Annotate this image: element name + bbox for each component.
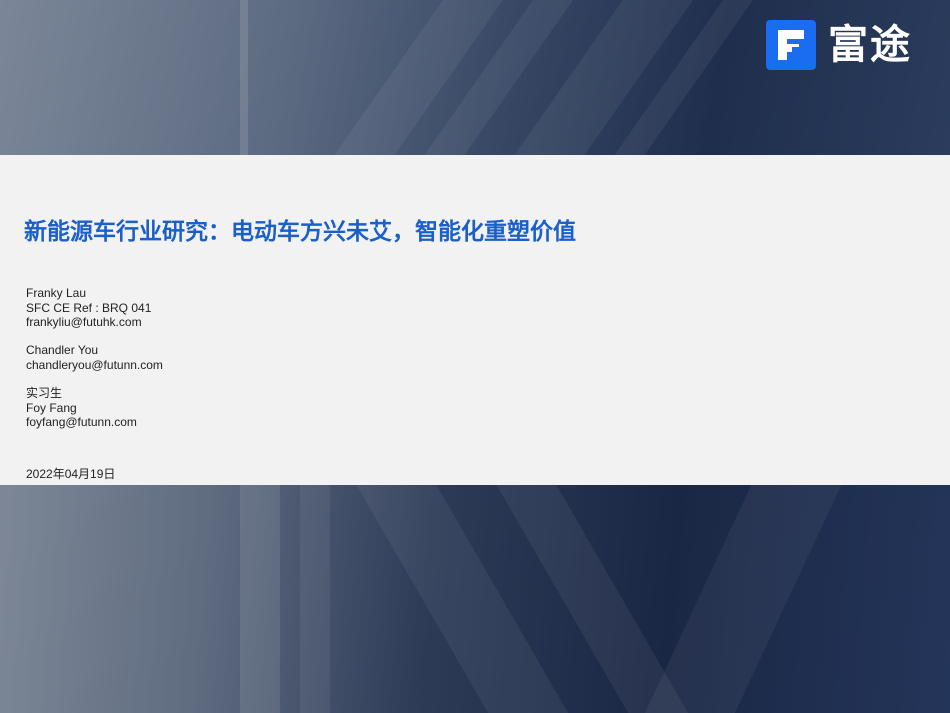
author-license: SFC CE Ref : BRQ 041 — [26, 300, 152, 315]
author-name: Foy Fang — [26, 400, 77, 415]
footer-background-image — [0, 485, 950, 713]
brand-name: 富途 — [828, 22, 912, 68]
author-email: chandleryou@futunn.com — [26, 357, 163, 372]
author-name: Franky Lau — [26, 286, 87, 300]
author-role: 实习生 — [26, 386, 63, 400]
author-block-3: 实习生 Foy Fang foyfang@futunn.com — [26, 386, 137, 430]
futu-f-logo-icon — [766, 20, 816, 70]
author-email: frankyliu@futuhk.com — [26, 315, 142, 329]
author-email: foyfang@futunn.com — [26, 415, 137, 429]
report-title: 新能源车行业研究：电动车方兴未艾，智能化重塑价值 — [24, 219, 576, 245]
report-date: 2022年04月19日 — [26, 467, 116, 481]
author-block-1: Franky Lau SFC CE Ref : BRQ 041 frankyli… — [26, 286, 151, 330]
author-name: Chandler You — [26, 343, 99, 357]
brand-logo: 富途 — [766, 20, 912, 70]
author-block-2: Chandler You chandleryou@futunn.com — [26, 343, 163, 372]
